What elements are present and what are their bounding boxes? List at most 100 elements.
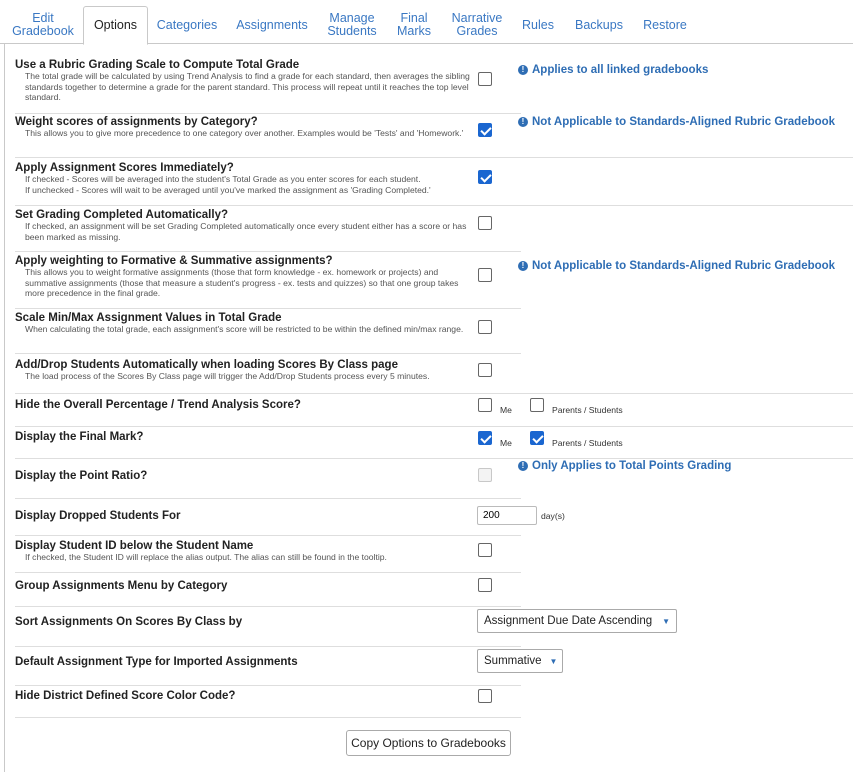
option-row: Display Dropped Students For day(s) <box>15 499 565 536</box>
option-description-line: If checked - Scores will be averaged int… <box>25 174 421 184</box>
rubric-grading-checkbox[interactable] <box>478 72 492 86</box>
option-row: Weight scores of assignments by Category… <box>15 114 853 158</box>
grading-completed-auto-checkbox[interactable] <box>478 216 492 230</box>
options-panel: Use a Rubric Grading Scale to Compute To… <box>4 44 853 772</box>
tab-label: Categories <box>156 17 218 32</box>
option-note: ! Not Applicable to Standards-Aligned Rub… <box>518 260 835 272</box>
note-text: Not Applicable to Standards-Aligned Rubr… <box>532 260 836 272</box>
option-row: Apply weighting to Formative & Summative… <box>15 252 521 309</box>
option-row: Set Grading Completed Automatically? If … <box>15 206 521 252</box>
option-description: When calculating the total grade, each a… <box>25 324 464 334</box>
tab-label: Backups <box>575 17 623 32</box>
tab-label: Students <box>327 24 377 38</box>
tab-restore[interactable]: Restore <box>638 6 692 44</box>
option-title: Add/Drop Students Automatically when loa… <box>15 359 398 371</box>
option-title: Use a Rubric Grading Scale to Compute To… <box>15 59 300 71</box>
option-row: Scale Min/Max Assignment Values in Total… <box>15 309 521 354</box>
option-title: Display Student ID below the Student Nam… <box>15 540 254 552</box>
hide-color-code-checkbox[interactable] <box>478 689 492 703</box>
tab-label: Manage <box>329 11 375 25</box>
option-row: Display the Final Mark? Me Parents / Stu… <box>15 427 853 459</box>
hide-percentage-me-checkbox[interactable] <box>478 398 492 412</box>
option-note: ! Only Applies to Total Points Grading <box>518 460 731 472</box>
info-circle-icon: ! <box>518 261 528 271</box>
tab-categories[interactable]: Categories <box>152 6 222 44</box>
tab-manage-students[interactable]: Manage Students <box>322 6 382 44</box>
option-note: ! Not Applicable to Standards-Aligned Rub… <box>518 116 835 128</box>
option-title: Scale Min/Max Assignment Values in Total… <box>15 312 282 324</box>
final-mark-me-checkbox[interactable] <box>478 431 492 445</box>
option-row: Use a Rubric Grading Scale to Compute To… <box>15 54 521 114</box>
tab-label: Marks <box>396 24 432 38</box>
tab-label: Options <box>93 18 138 32</box>
option-title: Hide District Defined Score Color Code? <box>15 690 236 702</box>
caret-down-icon: ▼ <box>662 616 670 626</box>
tab-label: Rules <box>522 17 554 32</box>
option-title: Display Dropped Students For <box>15 510 181 522</box>
group-by-category-checkbox[interactable] <box>478 578 492 592</box>
option-row: Display the Point Ratio? <box>15 459 521 499</box>
tab-narrative-grades[interactable]: Narrative Grades <box>448 6 506 44</box>
formative-summative-weighting-checkbox[interactable] <box>478 268 492 282</box>
student-id-checkbox[interactable] <box>478 543 492 557</box>
option-description: The load process of the Scores By Class … <box>25 371 430 381</box>
option-row: Hide District Defined Score Color Code? <box>15 686 521 718</box>
option-row: Hide the Overall Percentage / Trend Anal… <box>15 394 853 427</box>
tab-assignments[interactable]: Assignments <box>232 6 312 44</box>
scale-min-max-checkbox[interactable] <box>478 320 492 334</box>
tab-final-marks[interactable]: Final Marks <box>392 6 436 44</box>
option-description: This allows you to give more precedence … <box>25 128 464 138</box>
select-value: Summative <box>484 655 542 667</box>
option-title: Set Grading Completed Automatically? <box>15 209 228 221</box>
sort-assignments-select[interactable]: Assignment Due Date Ascending ▼ <box>477 609 677 633</box>
option-row: Apply Assignment Scores Immediately? If … <box>15 158 853 206</box>
point-ratio-checkbox[interactable] <box>478 468 492 482</box>
tab-label: Grades <box>456 24 498 38</box>
option-title: Apply weighting to Formative & Summative… <box>15 255 333 267</box>
option-title: Sort Assignments On Scores By Class by <box>15 616 243 628</box>
option-description: The total grade will be calculated by us… <box>25 71 470 102</box>
checkbox-label: Me <box>500 438 512 448</box>
option-title: Default Assignment Type for Imported Ass… <box>15 656 298 668</box>
option-row: Sort Assignments On Scores By Class by A… <box>15 607 677 647</box>
copy-options-button[interactable]: Copy Options to Gradebooks <box>346 730 511 756</box>
option-note: ! Applies to all linked gradebooks <box>518 64 708 76</box>
tab-label: Restore <box>643 17 687 32</box>
option-description: If checked, the Student ID will replace … <box>25 552 387 562</box>
option-title: Hide the Overall Percentage / Trend Anal… <box>15 399 301 411</box>
option-title: Display the Final Mark? <box>15 431 144 443</box>
dropped-students-days-input[interactable] <box>477 506 537 525</box>
note-text: Only Applies to Total Points Grading <box>532 460 732 472</box>
tab-label: Narrative <box>451 11 503 25</box>
option-description: If checked - Scores will be averaged int… <box>25 174 485 195</box>
info-circle-icon: ! <box>518 461 528 471</box>
add-drop-students-checkbox[interactable] <box>478 363 492 377</box>
apply-scores-immediately-checkbox[interactable] <box>478 170 492 184</box>
tab-bar: Edit Gradebook Options Categories Assignm… <box>0 0 853 45</box>
caret-down-icon: ▼ <box>549 656 558 666</box>
checkbox-label: Me <box>500 405 512 415</box>
info-circle-icon: ! <box>518 117 528 127</box>
option-row: Add/Drop Students Automatically when loa… <box>15 354 853 394</box>
info-circle-icon: ! <box>518 65 528 75</box>
option-title: Group Assignments Menu by Category <box>15 580 228 592</box>
final-mark-parents-checkbox[interactable] <box>530 431 544 445</box>
tab-options[interactable]: Options <box>83 6 148 45</box>
default-assignment-type-select[interactable]: Summative ▼ <box>477 649 563 673</box>
tab-label: Assignments <box>236 17 308 32</box>
option-title: Apply Assignment Scores Immediately? <box>15 162 234 174</box>
tab-label: Final <box>400 11 428 25</box>
weight-by-category-checkbox[interactable] <box>478 123 492 137</box>
option-title: Display the Point Ratio? <box>15 470 148 482</box>
tab-label: Gradebook <box>12 24 74 38</box>
hide-percentage-parents-checkbox[interactable] <box>530 398 544 412</box>
checkbox-label: Parents / Students <box>552 438 623 448</box>
checkbox-label: Parents / Students <box>552 405 623 415</box>
tab-edit-gradebook[interactable]: Edit Gradebook <box>12 6 74 44</box>
note-text: Applies to all linked gradebooks <box>532 64 709 76</box>
tab-rules[interactable]: Rules <box>518 6 558 44</box>
note-text: Not Applicable to Standards-Aligned Rubr… <box>532 116 836 128</box>
option-title: Weight scores of assignments by Category… <box>15 116 258 128</box>
tab-backups[interactable]: Backups <box>570 6 628 44</box>
tab-label: Edit <box>32 11 54 25</box>
